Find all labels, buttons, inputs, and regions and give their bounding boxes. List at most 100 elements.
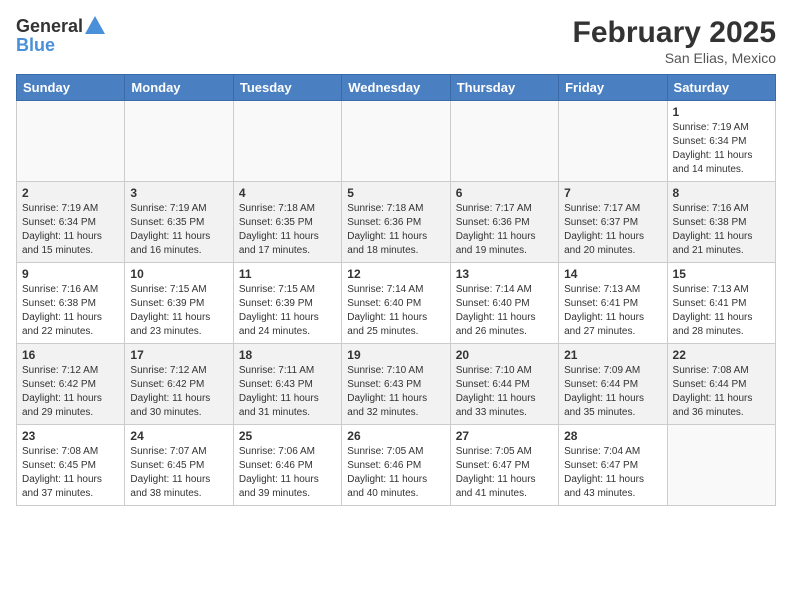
calendar-day-cell: 21 Sunrise: 7:09 AM Sunset: 6:44 PM Dayli…	[559, 344, 667, 425]
calendar-day-cell: 6Sunrise: 7:17 AM Sunset: 6:36 PM Daylig…	[450, 182, 558, 263]
calendar-day-cell: 9 Sunrise: 7:16 AM Sunset: 6:38 PM Daylig…	[17, 263, 125, 344]
day-info: Sunrise: 7:08 AM Sunset: 6:45 PM Dayligh…	[22, 445, 119, 501]
day-number: 8	[673, 186, 770, 200]
day-number: 27	[456, 429, 553, 443]
calendar-day-cell: 8 Sunrise: 7:16 AM Sunset: 6:38 PM Daylig…	[667, 182, 775, 263]
day-info: Sunrise: 7:14 AM Sunset: 6:40 PM Dayligh…	[347, 283, 444, 339]
calendar-day-cell: 7Sunrise: 7:17 AM Sunset: 6:37 PM Daylig…	[559, 182, 667, 263]
day-number: 4	[239, 186, 336, 200]
calendar-day-cell: 22Sunrise: 7:08 AM Sunset: 6:44 PM Dayli…	[667, 344, 775, 425]
calendar-day-cell: 16 Sunrise: 7:12 AM Sunset: 6:42 PM Dayli…	[17, 344, 125, 425]
empty-cell	[667, 425, 775, 506]
day-number: 14	[564, 267, 661, 281]
logo-icon	[85, 16, 105, 34]
day-info: Sunrise: 7:18 AM Sunset: 6:36 PM Dayligh…	[347, 202, 444, 258]
calendar-day-cell: 28 Sunrise: 7:04 AM Sunset: 6:47 PM Dayli…	[559, 425, 667, 506]
day-number: 10	[130, 267, 227, 281]
calendar-day-cell: 20 Sunrise: 7:10 AM Sunset: 6:44 PM Dayli…	[450, 344, 558, 425]
empty-cell	[17, 101, 125, 182]
calendar-day-cell: 3 Sunrise: 7:19 AM Sunset: 6:35 PM Daylig…	[125, 182, 233, 263]
day-number: 9	[22, 267, 119, 281]
logo-general: General	[16, 17, 83, 35]
logo: General Blue	[16, 16, 105, 56]
day-info: Sunrise: 7:16 AM Sunset: 6:38 PM Dayligh…	[22, 283, 119, 339]
calendar-day-cell: 11 Sunrise: 7:15 AM Sunset: 6:39 PM Dayli…	[233, 263, 341, 344]
day-info: Sunrise: 7:10 AM Sunset: 6:44 PM Dayligh…	[456, 364, 553, 420]
day-info: Sunrise: 7:13 AM Sunset: 6:41 PM Dayligh…	[673, 283, 770, 339]
day-info: Sunrise: 7:19 AM Sunset: 6:34 PM Dayligh…	[22, 202, 119, 258]
day-info: Sunrise: 7:19 AM Sunset: 6:35 PM Dayligh…	[130, 202, 227, 258]
day-info: Sunrise: 7:10 AM Sunset: 6:43 PM Dayligh…	[347, 364, 444, 420]
day-info: Sunrise: 7:16 AM Sunset: 6:38 PM Dayligh…	[673, 202, 770, 258]
calendar-day-cell: 23 Sunrise: 7:08 AM Sunset: 6:45 PM Dayli…	[17, 425, 125, 506]
empty-cell	[559, 101, 667, 182]
empty-cell	[342, 101, 450, 182]
empty-cell	[233, 101, 341, 182]
calendar-day-cell: 24 Sunrise: 7:07 AM Sunset: 6:45 PM Dayli…	[125, 425, 233, 506]
day-info: Sunrise: 7:12 AM Sunset: 6:42 PM Dayligh…	[22, 364, 119, 420]
day-number: 15	[673, 267, 770, 281]
day-info: Sunrise: 7:11 AM Sunset: 6:43 PM Dayligh…	[239, 364, 336, 420]
day-number: 24	[130, 429, 227, 443]
day-info: Sunrise: 7:18 AM Sunset: 6:35 PM Dayligh…	[239, 202, 336, 258]
weekday-header: Sunday	[17, 75, 125, 101]
day-info: Sunrise: 7:05 AM Sunset: 6:47 PM Dayligh…	[456, 445, 553, 501]
calendar-day-cell: 1 Sunrise: 7:19 AM Sunset: 6:34 PM Daylig…	[667, 101, 775, 182]
location-subtitle: San Elias, Mexico	[573, 50, 776, 66]
calendar-day-cell: 27 Sunrise: 7:05 AM Sunset: 6:47 PM Dayli…	[450, 425, 558, 506]
calendar-day-cell: 14 Sunrise: 7:13 AM Sunset: 6:41 PM Dayli…	[559, 263, 667, 344]
day-info: Sunrise: 7:17 AM Sunset: 6:37 PM Dayligh…	[564, 202, 661, 258]
day-number: 28	[564, 429, 661, 443]
day-info: Sunrise: 7:19 AM Sunset: 6:34 PM Dayligh…	[673, 121, 770, 177]
logo-blue: Blue	[16, 35, 55, 55]
day-number: 1	[673, 105, 770, 119]
weekday-header: Saturday	[667, 75, 775, 101]
calendar-day-cell: 12Sunrise: 7:14 AM Sunset: 6:40 PM Dayli…	[342, 263, 450, 344]
day-number: 16	[22, 348, 119, 362]
calendar-day-cell: 13 Sunrise: 7:14 AM Sunset: 6:40 PM Dayli…	[450, 263, 558, 344]
day-number: 13	[456, 267, 553, 281]
day-info: Sunrise: 7:09 AM Sunset: 6:44 PM Dayligh…	[564, 364, 661, 420]
day-info: Sunrise: 7:04 AM Sunset: 6:47 PM Dayligh…	[564, 445, 661, 501]
weekday-header: Monday	[125, 75, 233, 101]
calendar-day-cell: 4 Sunrise: 7:18 AM Sunset: 6:35 PM Daylig…	[233, 182, 341, 263]
day-info: Sunrise: 7:15 AM Sunset: 6:39 PM Dayligh…	[130, 283, 227, 339]
day-info: Sunrise: 7:06 AM Sunset: 6:46 PM Dayligh…	[239, 445, 336, 501]
day-number: 21	[564, 348, 661, 362]
weekday-header: Wednesday	[342, 75, 450, 101]
calendar-day-cell: 15 Sunrise: 7:13 AM Sunset: 6:41 PM Dayli…	[667, 263, 775, 344]
weekday-header: Friday	[559, 75, 667, 101]
day-number: 11	[239, 267, 336, 281]
day-number: 5	[347, 186, 444, 200]
day-info: Sunrise: 7:07 AM Sunset: 6:45 PM Dayligh…	[130, 445, 227, 501]
calendar-day-cell: 18Sunrise: 7:11 AM Sunset: 6:43 PM Dayli…	[233, 344, 341, 425]
day-number: 26	[347, 429, 444, 443]
calendar-day-cell: 25 Sunrise: 7:06 AM Sunset: 6:46 PM Dayli…	[233, 425, 341, 506]
day-info: Sunrise: 7:13 AM Sunset: 6:41 PM Dayligh…	[564, 283, 661, 339]
calendar-day-cell: 17 Sunrise: 7:12 AM Sunset: 6:42 PM Dayli…	[125, 344, 233, 425]
day-number: 25	[239, 429, 336, 443]
day-info: Sunrise: 7:14 AM Sunset: 6:40 PM Dayligh…	[456, 283, 553, 339]
day-info: Sunrise: 7:05 AM Sunset: 6:46 PM Dayligh…	[347, 445, 444, 501]
month-title: February 2025	[573, 16, 776, 50]
day-number: 3	[130, 186, 227, 200]
calendar-table: SundayMondayTuesdayWednesdayThursdayFrid…	[16, 74, 776, 506]
day-info: Sunrise: 7:08 AM Sunset: 6:44 PM Dayligh…	[673, 364, 770, 420]
empty-cell	[125, 101, 233, 182]
day-info: Sunrise: 7:17 AM Sunset: 6:36 PM Dayligh…	[456, 202, 553, 258]
day-number: 19	[347, 348, 444, 362]
day-info: Sunrise: 7:15 AM Sunset: 6:39 PM Dayligh…	[239, 283, 336, 339]
page-header: General Blue February 2025 San Elias, Me…	[16, 16, 776, 66]
day-info: Sunrise: 7:12 AM Sunset: 6:42 PM Dayligh…	[130, 364, 227, 420]
calendar-day-cell: 26 Sunrise: 7:05 AM Sunset: 6:46 PM Dayli…	[342, 425, 450, 506]
calendar-day-cell: 2 Sunrise: 7:19 AM Sunset: 6:34 PM Daylig…	[17, 182, 125, 263]
calendar-day-cell: 19 Sunrise: 7:10 AM Sunset: 6:43 PM Dayli…	[342, 344, 450, 425]
day-number: 2	[22, 186, 119, 200]
day-number: 20	[456, 348, 553, 362]
day-number: 17	[130, 348, 227, 362]
calendar-day-cell: 5 Sunrise: 7:18 AM Sunset: 6:36 PM Daylig…	[342, 182, 450, 263]
day-number: 23	[22, 429, 119, 443]
calendar-day-cell: 10 Sunrise: 7:15 AM Sunset: 6:39 PM Dayli…	[125, 263, 233, 344]
title-block: February 2025 San Elias, Mexico	[573, 16, 776, 66]
empty-cell	[450, 101, 558, 182]
